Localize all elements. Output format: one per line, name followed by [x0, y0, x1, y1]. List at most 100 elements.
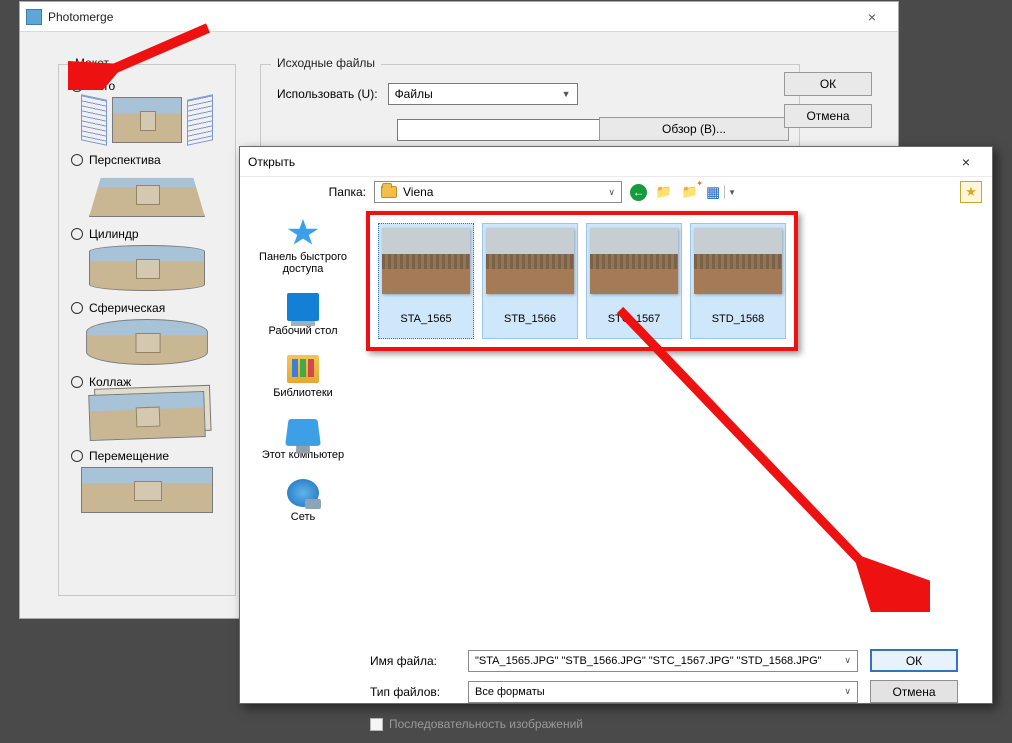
photomerge-titlebar: Photomerge ×: [20, 2, 898, 32]
sidebar-desktop[interactable]: Рабочий стол: [268, 293, 337, 337]
layout-spherical-preview: [86, 319, 208, 365]
star-icon: [287, 219, 319, 247]
open-body: Панель быстрого доступа Рабочий стол Биб…: [240, 207, 992, 643]
open-bottom: Имя файла: "STA_1565.JPG" "STB_1566.JPG"…: [240, 643, 992, 743]
layout-collage-label: Коллаж: [89, 375, 131, 389]
layout-perspective-label: Перспектива: [89, 153, 161, 167]
sidebar-thispc[interactable]: Этот компьютер: [262, 417, 344, 461]
layout-reposition-option[interactable]: Перемещение: [71, 449, 223, 463]
file-thumb[interactable]: STA_1565: [378, 223, 474, 339]
filename-value: "STA_1565.JPG" "STB_1566.JPG" "STC_1567.…: [475, 655, 822, 667]
source-legend: Исходные файлы: [271, 56, 381, 70]
photomerge-title: Photomerge: [48, 10, 852, 24]
file-pane[interactable]: STA_1565 STB_1566 STC_1567 STD_1568: [366, 207, 992, 643]
radio-icon: [71, 376, 83, 388]
sequence-label: Последовательность изображений: [389, 717, 583, 731]
use-row: Использовать (U): Файлы ▼: [277, 83, 787, 105]
sidebar-label: Панель быстрого доступа: [240, 251, 366, 275]
app-icon: [26, 9, 42, 25]
thumbnail-row: STA_1565 STB_1566 STC_1567 STD_1568: [372, 213, 986, 349]
sidebar-quickaccess[interactable]: Панель быстрого доступа: [240, 219, 366, 275]
thumb-label: STA_1565: [400, 304, 451, 334]
layout-auto-preview: [77, 97, 217, 143]
filetype-select[interactable]: Все форматы ∨: [468, 681, 858, 703]
browse-label: Обзор (B)...: [662, 122, 726, 136]
sidebar-libraries[interactable]: Библиотеки: [273, 355, 333, 399]
layout-collage-preview: [88, 391, 206, 441]
close-icon[interactable]: ×: [852, 9, 892, 25]
photomerge-side-buttons: ОК Отмена: [784, 72, 872, 128]
view-mode-icon[interactable]: ▦▼: [707, 183, 735, 201]
thumb-label: STB_1566: [504, 304, 556, 334]
file-thumb[interactable]: STD_1568: [690, 223, 786, 339]
layout-cylinder-option[interactable]: Цилиндр: [71, 227, 223, 241]
layout-collage-option[interactable]: Коллаж: [71, 375, 223, 389]
thumbnail-image: [694, 228, 782, 294]
sidebar-label: Библиотеки: [273, 387, 333, 399]
folder-select[interactable]: Viena ∨: [374, 181, 622, 203]
filetype-label: Тип файлов:: [370, 685, 456, 699]
sequence-checkbox[interactable]: [370, 718, 383, 731]
ok-button[interactable]: ОК: [784, 72, 872, 96]
layout-spherical-option[interactable]: Сферическая: [71, 301, 223, 315]
layout-auto-label: Авто: [89, 79, 115, 93]
network-icon: [287, 479, 319, 507]
cancel-button[interactable]: Отмена: [784, 104, 872, 128]
back-icon[interactable]: ←: [630, 184, 647, 201]
radio-icon: [71, 228, 83, 240]
chevron-down-icon: ▼: [562, 89, 571, 99]
open-title: Открыть: [248, 155, 948, 169]
chevron-down-icon: ∨: [608, 187, 615, 198]
layout-reposition-preview: [81, 467, 213, 513]
sidebar-label: Сеть: [291, 511, 315, 523]
open-titlebar: Открыть ×: [240, 147, 992, 177]
sidebar-network[interactable]: Сеть: [287, 479, 319, 523]
filename-label: Имя файла:: [370, 654, 456, 668]
layout-perspective-preview: [89, 171, 205, 217]
layout-spherical-label: Сферическая: [89, 301, 165, 315]
layout-legend: Макет: [69, 56, 115, 70]
browse-button[interactable]: Обзор (B)...: [599, 117, 789, 141]
radio-icon: [71, 302, 83, 314]
filename-input[interactable]: "STA_1565.JPG" "STB_1566.JPG" "STC_1567.…: [468, 650, 858, 672]
file-thumb[interactable]: STB_1566: [482, 223, 578, 339]
sidebar-label: Рабочий стол: [268, 325, 337, 337]
library-icon: [287, 355, 319, 383]
chevron-down-icon: ∨: [844, 655, 851, 666]
layout-cylinder-label: Цилиндр: [89, 227, 139, 241]
open-dialog: Открыть × Папка: Viena ∨ ← 📁 📁 ▦▼ ★ Пане…: [239, 146, 993, 704]
radio-icon: [71, 80, 83, 92]
source-listbox[interactable]: [397, 119, 613, 141]
thumbnail-image: [486, 228, 574, 294]
source-fieldset: Исходные файлы Использовать (U): Файлы ▼…: [260, 64, 800, 154]
use-select[interactable]: Файлы ▼: [388, 83, 578, 105]
desktop-icon: [287, 293, 319, 321]
use-label: Использовать (U):: [277, 87, 378, 101]
layout-cylinder-preview: [89, 245, 205, 291]
use-value: Файлы: [395, 87, 433, 101]
sequence-row: Последовательность изображений: [370, 717, 978, 731]
radio-icon: [71, 154, 83, 166]
filetype-value: Все форматы: [475, 686, 545, 698]
folder-icon: [381, 186, 397, 198]
thumb-label: STC_1567: [608, 304, 661, 334]
cancel-button[interactable]: Отмена: [870, 680, 958, 703]
radio-icon: [71, 450, 83, 462]
folder-value: Viena: [403, 185, 433, 199]
ok-button[interactable]: ОК: [870, 649, 958, 672]
thumbnail-image: [382, 228, 470, 294]
layout-perspective-option[interactable]: Перспектива: [71, 153, 223, 167]
computer-icon: [285, 419, 321, 446]
layout-auto-option[interactable]: Авто: [71, 79, 223, 93]
chevron-down-icon: ∨: [844, 686, 851, 697]
favorite-icon[interactable]: ★: [960, 181, 982, 203]
folder-label: Папка:: [320, 185, 366, 199]
thumb-label: STD_1568: [712, 304, 765, 334]
new-folder-icon[interactable]: 📁: [681, 183, 699, 201]
layout-fieldset: Макет Авто Перспектива Цилиндр Сферическ…: [58, 64, 236, 596]
close-icon[interactable]: ×: [948, 154, 984, 170]
thumbnail-image: [590, 228, 678, 294]
file-thumb[interactable]: STC_1567: [586, 223, 682, 339]
open-toolbar: Папка: Viena ∨ ← 📁 📁 ▦▼ ★: [240, 177, 992, 207]
up-folder-icon[interactable]: 📁: [655, 183, 673, 201]
